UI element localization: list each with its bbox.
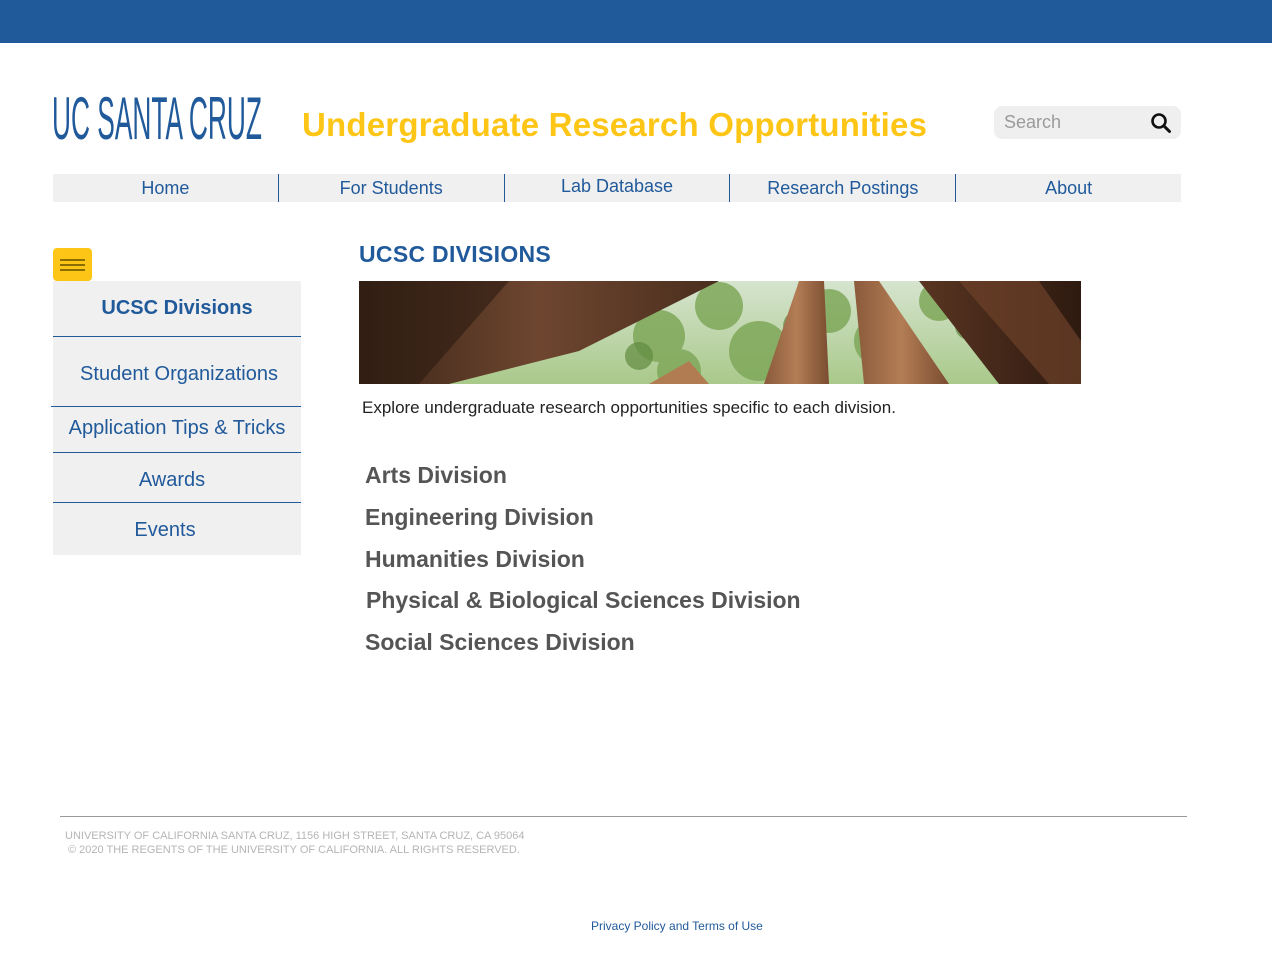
main-nav: Home For Students Lab Database Research … [53,174,1181,202]
svg-text:UC SANTA CRUZ: UC SANTA CRUZ [52,88,262,142]
hamburger-menu-button[interactable] [53,248,92,281]
sidebar-item-student-organizations[interactable]: Student Organizations [55,363,303,386]
nav-home[interactable]: Home [53,174,279,202]
sidebar-divider [53,502,301,503]
division-link-social-sciences[interactable]: Social Sciences Division [365,629,635,656]
division-link-humanities[interactable]: Humanities Division [365,546,585,573]
footer-divider [60,816,1187,817]
division-link-arts[interactable]: Arts Division [365,462,507,489]
privacy-policy-link[interactable]: Privacy Policy and Terms of Use [591,919,763,933]
sidebar-item-application-tips[interactable]: Application Tips & Tricks [53,417,301,440]
sidebar-divider [51,406,301,407]
sidebar-divider [53,452,301,453]
search-input[interactable] [1004,110,1134,135]
ucsc-logo[interactable]: UC SANTA CRUZ [52,88,264,142]
sidebar-item-ucsc-divisions[interactable]: UCSC Divisions [53,297,301,320]
division-link-engineering[interactable]: Engineering Division [365,504,594,531]
intro-text: Explore undergraduate research opportuni… [362,398,896,417]
hamburger-icon [60,259,85,261]
page-title: UCSC DIVISIONS [359,241,552,267]
sidebar: UCSC Divisions Student Organizations App… [51,281,303,555]
nav-research-postings[interactable]: Research Postings [730,174,957,202]
top-bar [0,0,1272,43]
division-link-physical-biological-sciences[interactable]: Physical & Biological Sciences Division [366,587,801,614]
nav-lab-database[interactable]: Lab Database [505,174,731,202]
sidebar-item-awards[interactable]: Awards [48,469,296,492]
sidebar-divider [53,336,301,337]
sidebar-item-events[interactable]: Events [41,519,289,542]
footer-copyright: © 2020 THE REGENTS OF THE UNIVERSITY OF … [68,844,520,856]
search-icon[interactable] [1150,112,1172,134]
nav-for-students[interactable]: For Students [279,174,505,202]
site-title[interactable]: Undergraduate Research Opportunities [302,106,927,144]
redwood-banner-image [359,281,1081,384]
footer-address: UNIVERSITY OF CALIFORNIA SANTA CRUZ, 115… [65,830,525,842]
nav-about[interactable]: About [956,174,1181,202]
